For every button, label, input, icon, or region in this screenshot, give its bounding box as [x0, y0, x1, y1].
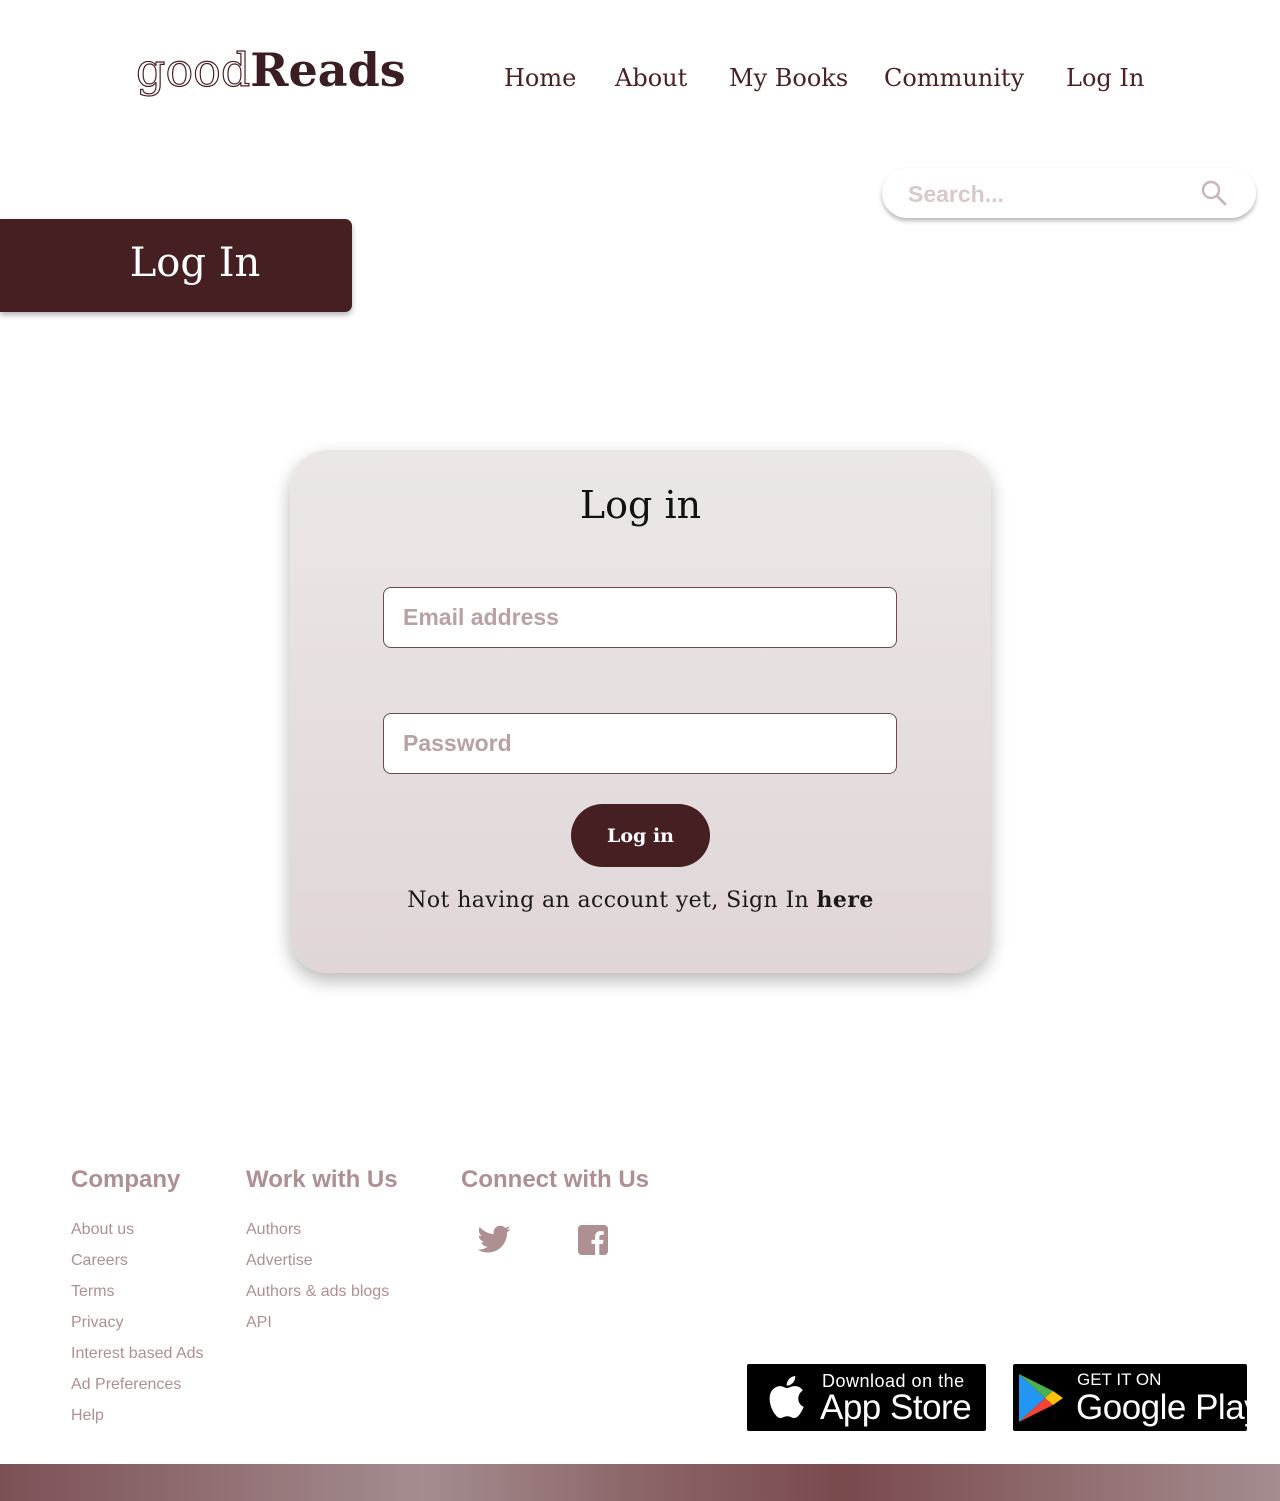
list-item: About us: [71, 1219, 204, 1250]
google-play-line1: GET IT ON: [1077, 1370, 1162, 1389]
footer-link-help[interactable]: Help: [71, 1407, 104, 1424]
list-item: Authors & ads blogs: [246, 1281, 389, 1312]
list-item: Interest based Ads: [71, 1343, 204, 1374]
footer-link-about-us[interactable]: About us: [71, 1221, 134, 1238]
nav-my-books[interactable]: My Books: [729, 58, 848, 98]
signup-link[interactable]: here: [817, 887, 874, 913]
footer-work-list: Authors Advertise Authors & ads blogs AP…: [246, 1219, 389, 1343]
footer-link-advertise[interactable]: Advertise: [246, 1252, 313, 1269]
search-bar: [882, 168, 1256, 218]
footer-link-careers[interactable]: Careers: [71, 1252, 128, 1269]
search-input[interactable]: [906, 176, 1200, 212]
nav-community[interactable]: Community: [884, 58, 1024, 98]
footer-company-heading: Company: [71, 1166, 181, 1193]
list-item: API: [246, 1312, 389, 1343]
nav-home[interactable]: Home: [504, 58, 576, 98]
login-card-title: Log in: [579, 483, 702, 527]
footer-link-ad-preferences[interactable]: Ad Preferences: [71, 1376, 181, 1393]
list-item: Careers: [71, 1250, 204, 1281]
footer-work: Work with Us Authors Advertise Authors &…: [246, 1164, 398, 1331]
footer-link-authors[interactable]: Authors: [246, 1221, 301, 1238]
list-item: Authors: [246, 1219, 389, 1250]
app-store-badge[interactable]: Download on the App Store: [747, 1364, 986, 1431]
list-item: Terms: [71, 1281, 204, 1312]
footer-connect-heading: Connect with Us: [461, 1166, 650, 1193]
main-nav: Home About My Books Community Log In: [0, 58, 1280, 98]
list-item: Advertise: [246, 1250, 389, 1281]
footer-bottom-bar: [0, 1464, 1280, 1501]
footer-link-terms[interactable]: Terms: [71, 1283, 115, 1300]
footer-link-interest-ads[interactable]: Interest based Ads: [71, 1345, 204, 1362]
twitter-icon[interactable]: [476, 1222, 512, 1258]
list-item: Ad Preferences: [71, 1374, 204, 1405]
page-title: Log In: [129, 240, 261, 286]
apple-icon: [769, 1376, 804, 1419]
facebook-icon[interactable]: [575, 1222, 611, 1258]
google-play-icon: [1019, 1374, 1063, 1422]
login-button[interactable]: Log in: [571, 804, 710, 867]
nav-log-in[interactable]: Log In: [1066, 58, 1144, 98]
list-item: Privacy: [71, 1312, 204, 1343]
search-icon[interactable]: [1200, 179, 1228, 207]
app-store-line2: App Store: [820, 1388, 972, 1427]
footer-work-heading: Work with Us: [246, 1166, 398, 1193]
nav-about[interactable]: About: [615, 58, 687, 98]
signup-text: Not having an account yet, Sign In: [407, 888, 817, 913]
google-play-badge[interactable]: GET IT ON Google Play: [1013, 1364, 1247, 1431]
footer-link-authors-ads-blogs[interactable]: Authors & ads blogs: [246, 1283, 389, 1300]
footer-link-privacy[interactable]: Privacy: [71, 1314, 123, 1331]
list-item: Help: [71, 1405, 204, 1436]
footer-connect: Connect with Us: [461, 1164, 649, 1196]
password-field[interactable]: [383, 713, 897, 774]
login-card: Log in Log in Not having an account yet,…: [290, 450, 991, 973]
footer-company-list: About us Careers Terms Privacy Interest …: [71, 1219, 204, 1436]
footer-link-api[interactable]: API: [246, 1314, 272, 1331]
signup-prompt: Not having an account yet, Sign In here: [290, 882, 991, 919]
footer-company: Company About us Careers Terms Privacy I…: [71, 1164, 204, 1424]
google-play-line2: Google Play: [1076, 1388, 1247, 1427]
page-title-tab: Log In: [0, 219, 352, 312]
email-field[interactable]: [383, 587, 897, 648]
